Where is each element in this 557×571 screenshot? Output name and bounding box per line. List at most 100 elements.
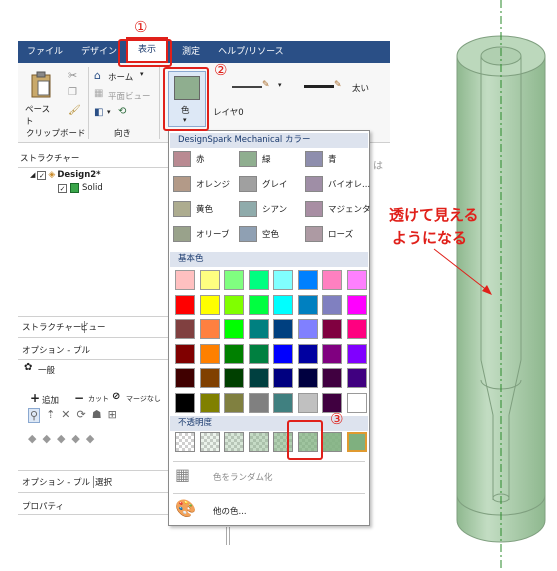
basic-color-swatch[interactable]: [273, 270, 293, 290]
named-color-swatch[interactable]: 黄色: [173, 201, 213, 217]
basic-color-swatch[interactable]: [224, 294, 244, 315]
draft-tool-icon[interactable]: ◆: [28, 432, 36, 445]
opacity-swatch[interactable]: [248, 432, 269, 452]
basic-color-swatch[interactable]: [175, 392, 195, 413]
named-color-swatch[interactable]: 空色: [239, 226, 279, 242]
basic-color-swatch[interactable]: [346, 270, 367, 290]
view-rotate-icon[interactable]: ⟲: [118, 106, 126, 117]
basic-color-swatch[interactable]: [224, 368, 244, 388]
line-weight-label[interactable]: 太い: [352, 82, 369, 94]
opacity-swatch[interactable]: [322, 432, 342, 452]
basic-color-swatch[interactable]: [346, 319, 367, 339]
chevron-down-icon[interactable]: ▾: [140, 70, 144, 78]
add-icon[interactable]: +: [30, 391, 40, 405]
basic-color-swatch[interactable]: [248, 343, 269, 364]
basic-color-swatch[interactable]: [248, 319, 269, 339]
basic-color-swatch[interactable]: [175, 343, 195, 364]
basic-color-swatch[interactable]: [346, 294, 367, 315]
plan-view-label[interactable]: 平面ビュー: [108, 90, 151, 102]
basic-color-swatch[interactable]: [199, 319, 220, 339]
named-color-swatch[interactable]: 青: [305, 151, 337, 167]
basic-color-swatch[interactable]: [297, 368, 318, 388]
tab-select-panel[interactable]: 選択: [95, 476, 112, 488]
named-color-swatch[interactable]: バイオレ...: [305, 176, 370, 192]
chevron-down-icon[interactable]: ▾: [107, 108, 111, 116]
tab-structure-panel[interactable]: ストラクチャー: [22, 321, 86, 333]
basic-color-swatch[interactable]: [224, 270, 244, 290]
chevron-down-icon[interactable]: ▾: [278, 81, 282, 89]
tab-view-panel[interactable]: ビュー: [80, 321, 106, 333]
basic-color-swatch[interactable]: [322, 319, 342, 339]
pivot-tool-icon[interactable]: ✕: [61, 408, 70, 423]
thicken-tool-icon[interactable]: ◆: [86, 432, 94, 445]
basic-color-swatch[interactable]: [346, 368, 367, 388]
chamfer-tool-icon[interactable]: ◆: [57, 432, 65, 445]
offset-tool-icon[interactable]: ◆: [42, 432, 50, 445]
palette-icon[interactable]: 🎨: [175, 499, 196, 519]
named-color-swatch[interactable]: オレンジ: [173, 176, 230, 192]
basic-color-swatch[interactable]: [248, 270, 269, 290]
basic-color-swatch[interactable]: [346, 392, 367, 413]
basic-color-swatch[interactable]: [175, 270, 195, 290]
line-weight-preview[interactable]: [304, 85, 334, 88]
random-color-label[interactable]: 色をランダム化: [213, 471, 273, 483]
basic-color-swatch[interactable]: [248, 392, 269, 413]
splitter-handle[interactable]: [226, 527, 230, 545]
expand-icon[interactable]: ◢: [30, 171, 35, 179]
basic-color-swatch[interactable]: [224, 319, 244, 339]
basic-color-swatch[interactable]: [273, 392, 293, 413]
tab-file[interactable]: ファイル: [18, 41, 72, 63]
opacity-swatch[interactable]: [346, 432, 367, 452]
tree-item-design[interactable]: ◢ ✓ ◈ Design2*: [30, 170, 101, 180]
no-merge-label[interactable]: マージなし: [126, 394, 161, 404]
basic-color-swatch[interactable]: [175, 294, 195, 315]
named-color-swatch[interactable]: オリーブ: [173, 226, 230, 242]
pull-tool-icon[interactable]: ⇡: [46, 408, 55, 423]
home-label[interactable]: ホーム: [108, 71, 133, 83]
basic-color-swatch[interactable]: [322, 368, 342, 388]
basic-color-swatch[interactable]: [224, 392, 244, 413]
tab-help[interactable]: ヘルプ/リソース: [209, 41, 293, 63]
plan-view-icon[interactable]: ▦: [94, 88, 103, 99]
basic-color-swatch[interactable]: [322, 343, 342, 364]
add-label[interactable]: 追加: [42, 394, 59, 406]
round-tool-icon[interactable]: ◆: [71, 432, 79, 445]
named-color-swatch[interactable]: マジェンタ: [305, 201, 371, 217]
basic-color-swatch[interactable]: [322, 270, 342, 290]
blend-tool-icon[interactable]: ⊞: [108, 408, 117, 423]
opacity-swatch[interactable]: [199, 432, 220, 452]
cut-icon[interactable]: ✂: [68, 69, 77, 82]
basic-color-swatch[interactable]: [273, 343, 293, 364]
basic-color-swatch[interactable]: [297, 319, 318, 339]
paste-button[interactable]: ペースト: [24, 69, 58, 127]
basic-color-swatch[interactable]: [175, 368, 195, 388]
basic-color-swatch[interactable]: [297, 270, 318, 290]
cut-label[interactable]: カット: [88, 394, 109, 404]
other-color-label[interactable]: 他の色...: [213, 505, 247, 517]
basic-color-swatch[interactable]: [199, 270, 220, 290]
basic-color-swatch[interactable]: [199, 392, 220, 413]
checkbox-icon[interactable]: ✓: [58, 183, 67, 193]
copy-icon[interactable]: ❐: [68, 87, 77, 98]
basic-color-swatch[interactable]: [346, 343, 367, 364]
named-color-swatch[interactable]: 緑: [239, 151, 271, 167]
basic-color-swatch[interactable]: [199, 368, 220, 388]
basic-color-swatch[interactable]: [199, 294, 220, 315]
view-cube-icon[interactable]: ◧: [94, 107, 103, 118]
basic-color-swatch[interactable]: [322, 294, 342, 315]
line-style-preview[interactable]: [232, 86, 262, 88]
no-merge-icon[interactable]: ⊘: [112, 391, 120, 402]
basic-color-swatch[interactable]: [175, 319, 195, 339]
opacity-swatch[interactable]: [224, 432, 244, 452]
basic-color-swatch[interactable]: [224, 343, 244, 364]
tree-item-solid[interactable]: ✓ Solid: [58, 183, 103, 193]
opacity-swatch[interactable]: [175, 432, 195, 452]
tab-options-panel[interactable]: オプション - プル: [22, 476, 94, 488]
random-color-icon[interactable]: ▦: [175, 465, 190, 484]
basic-color-swatch[interactable]: [297, 392, 318, 413]
layer-label[interactable]: レイヤ0: [213, 106, 244, 118]
named-color-swatch[interactable]: ローズ: [305, 226, 353, 242]
basic-color-swatch[interactable]: [297, 343, 318, 364]
revolve-tool-icon[interactable]: ⟳: [77, 408, 86, 423]
select-tool-icon[interactable]: ⚲: [28, 408, 41, 423]
